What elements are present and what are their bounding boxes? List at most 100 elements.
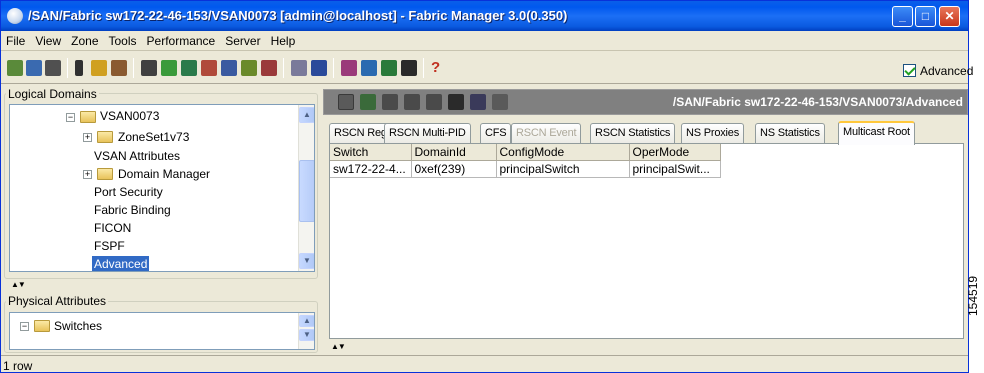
folder-icon <box>97 168 113 180</box>
checkbox-icon[interactable] <box>903 64 916 77</box>
information-toolbar: /SAN/Fabric sw172-22-46-153/VSAN0073/Adv… <box>323 89 968 115</box>
scroll-thumb[interactable] <box>299 160 314 222</box>
tree-node-vsan0073[interactable]: VSAN0073 <box>100 108 159 124</box>
export-icon[interactable] <box>492 94 508 110</box>
toolbar-separator <box>423 58 424 78</box>
scroll-down-icon[interactable]: ▼ <box>299 329 314 341</box>
device-icon[interactable] <box>221 60 237 76</box>
refresh-icon[interactable] <box>360 94 376 110</box>
close-button[interactable]: ✕ <box>939 6 960 27</box>
splitter-arrows-icon[interactable]: ▲▼ <box>331 343 346 351</box>
menu-server[interactable]: Server <box>220 31 265 48</box>
users-icon[interactable] <box>241 60 257 76</box>
column-header-configmode[interactable]: ConfigMode <box>496 144 630 161</box>
tree-scrollbar[interactable]: ▲ ▼ <box>298 105 314 271</box>
help-icon[interactable]: ? <box>431 60 441 76</box>
tree-node-switches[interactable]: Switches <box>54 318 102 334</box>
tree-node-advanced[interactable]: Advanced <box>92 256 150 271</box>
zone-icon[interactable] <box>291 60 307 76</box>
search-icon[interactable] <box>45 60 61 76</box>
menu-bar: File View Zone Tools Performance Server Help <box>1 31 968 51</box>
save-icon[interactable] <box>448 94 464 110</box>
fabric-icon[interactable] <box>341 60 357 76</box>
toolbar-separator <box>283 58 284 78</box>
collapse-icon[interactable]: − <box>20 322 29 331</box>
column-header-switch[interactable]: Switch <box>330 144 412 161</box>
cell-configmode[interactable]: principalSwitch <box>496 160 630 178</box>
open-icon[interactable] <box>7 60 23 76</box>
undo-icon[interactable] <box>426 94 442 110</box>
tree-node-fspf[interactable]: FSPF <box>94 238 125 254</box>
toolbar-separator <box>133 58 134 78</box>
network-icon[interactable] <box>161 60 177 76</box>
advanced-checkbox[interactable]: Advanced <box>903 64 973 78</box>
monitor-icon[interactable] <box>381 60 397 76</box>
application-window: /SAN/Fabric sw172-22-46-153/VSAN0073 [ad… <box>0 0 973 373</box>
tree-node-vsan-attributes[interactable]: VSAN Attributes <box>94 148 180 164</box>
tree-node-fabric-binding[interactable]: Fabric Binding <box>94 202 171 218</box>
apply-icon[interactable] <box>382 94 398 110</box>
port-icon[interactable] <box>141 60 157 76</box>
breadcrumb-path: /SAN/Fabric sw172-22-46-153/VSAN0073/Adv… <box>672 95 963 109</box>
table-icon[interactable] <box>261 60 277 76</box>
view-icon[interactable] <box>311 60 327 76</box>
collapse-icon[interactable]: − <box>66 113 75 122</box>
tab-multicast-root[interactable]: Multicast Root <box>838 121 915 145</box>
tree-node-zoneset[interactable]: ZoneSet1v73 <box>118 129 189 145</box>
figure-id-label: 154519 <box>966 275 980 316</box>
information-pane: /SAN/Fabric sw172-22-46-153/VSAN0073/Adv… <box>323 87 968 357</box>
create-icon[interactable] <box>404 94 420 110</box>
menu-help[interactable]: Help <box>266 31 301 48</box>
toolbar-separator <box>67 58 68 78</box>
physical-attributes-tree[interactable]: − Switches ▲ ▼ <box>9 312 315 350</box>
status-text: 1 row <box>3 359 33 373</box>
expand-icon[interactable]: + <box>83 133 92 142</box>
column-header-domainid[interactable]: DomainId <box>411 144 497 161</box>
copy-icon[interactable] <box>338 94 354 110</box>
cell-opermode[interactable]: principalSwit... <box>629 160 721 178</box>
splitter-arrows-icon[interactable]: ▲▼ <box>11 281 26 289</box>
logical-domains-tree[interactable]: − VSAN0073 + ZoneSet1v73 VSAN Attributes… <box>9 104 315 272</box>
tab-rscn-reg[interactable]: RSCN Reg <box>329 123 392 143</box>
logical-domains-title: Logical Domains <box>6 87 99 101</box>
lock-icon[interactable] <box>91 60 107 76</box>
tree-node-ficon[interactable]: FICON <box>94 220 131 236</box>
switch-icon[interactable] <box>181 60 197 76</box>
menu-tools[interactable]: Tools <box>104 31 142 48</box>
menu-file[interactable]: File <box>1 31 30 48</box>
tree-scrollbar[interactable]: ▲ ▼ <box>298 313 314 349</box>
table-row[interactable]: sw172-22-4... 0xef(239) principalSwitch … <box>330 160 721 178</box>
menu-zone[interactable]: Zone <box>66 31 103 48</box>
expand-icon[interactable]: + <box>83 170 92 179</box>
maximize-button[interactable]: □ <box>915 6 936 27</box>
tab-rscn-multi-pid[interactable]: RSCN Multi-PID <box>384 123 471 143</box>
tab-cfs[interactable]: CFS <box>480 123 512 143</box>
menu-performance[interactable]: Performance <box>142 31 221 48</box>
scroll-up-icon[interactable]: ▲ <box>299 107 314 123</box>
folder-icon <box>34 320 50 332</box>
cell-domainid[interactable]: 0xef(239) <box>411 160 497 178</box>
scroll-up-icon[interactable]: ▲ <box>299 315 314 327</box>
main-toolbar: ? Advanced <box>1 52 973 84</box>
print-icon[interactable] <box>470 94 486 110</box>
folder-icon <box>97 131 113 143</box>
tree-node-port-security[interactable]: Port Security <box>94 184 163 200</box>
folder-icon <box>80 111 96 123</box>
menu-view[interactable]: View <box>30 31 66 48</box>
tools-icon[interactable] <box>361 60 377 76</box>
tab-ns-statistics[interactable]: NS Statistics <box>755 123 825 143</box>
physical-attributes-title: Physical Attributes <box>6 294 109 308</box>
config-icon[interactable] <box>201 60 217 76</box>
cell-switch[interactable]: sw172-22-4... <box>330 160 412 178</box>
title-bar[interactable]: /SAN/Fabric sw172-22-46-153/VSAN0073 [ad… <box>1 1 968 31</box>
chart-icon[interactable] <box>111 60 127 76</box>
monitor-icon[interactable] <box>401 60 417 76</box>
tree-node-domain-manager[interactable]: Domain Manager <box>118 166 210 182</box>
tab-ns-proxies[interactable]: NS Proxies <box>681 123 745 143</box>
bar-icon[interactable] <box>75 60 83 76</box>
column-header-opermode[interactable]: OperMode <box>629 144 721 161</box>
minimize-button[interactable]: _ <box>892 6 913 27</box>
scroll-down-icon[interactable]: ▼ <box>299 253 314 269</box>
tab-rscn-statistics[interactable]: RSCN Statistics <box>590 123 676 143</box>
discover-icon[interactable] <box>26 60 42 76</box>
